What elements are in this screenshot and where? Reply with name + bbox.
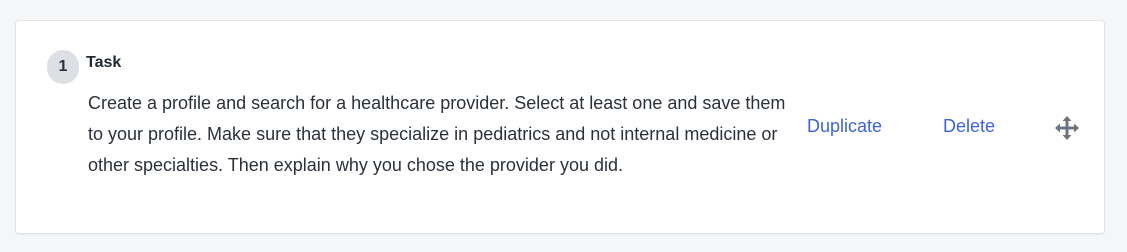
move-arrows-svg [1055,116,1079,140]
task-description: Create a profile and search for a health… [88,93,786,175]
step-number-badge: 1 [47,50,79,84]
delete-button[interactable]: Delete [943,116,995,137]
move-arrows-icon[interactable] [1055,116,1079,140]
duplicate-button[interactable]: Duplicate [807,116,882,137]
task-card: 1 Task Create a profile and search for a… [15,20,1105,234]
task-title: Task [86,54,122,71]
